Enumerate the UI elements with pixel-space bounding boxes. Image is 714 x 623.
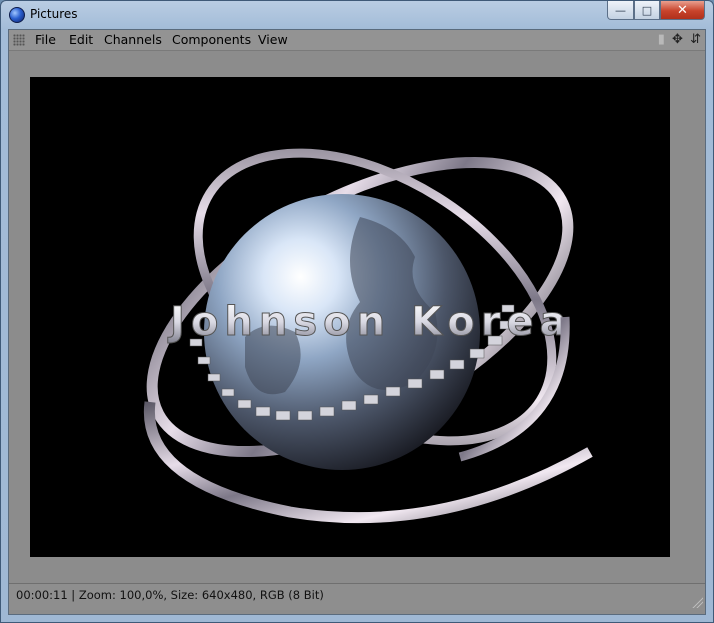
menu-channels[interactable]: Channels [104,32,162,47]
cinema-app-icon [9,7,25,23]
menu-view[interactable]: View [258,32,288,47]
title-bar[interactable]: Pictures — □ ✕ [1,1,713,29]
pan-icon[interactable]: ▮ [658,32,665,47]
menu-edit[interactable]: Edit [69,32,93,47]
menu-bar: File Edit Channels Components View ▮ ✥ ⇵ [9,30,705,51]
picture-viewport[interactable]: Johnson Korea [30,77,670,557]
menu-file[interactable]: File [35,32,56,47]
status-text: 00:00:11 | Zoom: 100,0%, Size: 640x480, … [16,588,324,602]
client-area: File Edit Channels Components View ▮ ✥ ⇵ [8,29,706,615]
menu-components[interactable]: Components [172,32,251,47]
minimize-icon: — [615,3,626,17]
rendered-image: Johnson Korea [143,148,593,524]
pictures-window: Pictures — □ ✕ File Edit Channels Compon… [0,0,714,623]
maximize-button[interactable]: □ [634,1,660,20]
maximize-icon: □ [641,3,653,17]
move-icon[interactable]: ✥ [672,32,683,47]
view-navigation: ▮ ✥ ⇵ [655,32,701,47]
render-caption: Johnson Korea [167,299,573,345]
scroll-icon[interactable]: ⇵ [690,32,701,47]
resize-grip-icon[interactable] [691,596,703,608]
status-bar: 00:00:11 | Zoom: 100,0%, Size: 640x480, … [9,583,705,610]
minimize-button[interactable]: — [607,1,634,20]
window-title: Pictures [30,7,78,21]
close-icon: ✕ [677,2,688,18]
close-button[interactable]: ✕ [660,1,705,20]
grip-icon[interactable] [13,34,25,46]
